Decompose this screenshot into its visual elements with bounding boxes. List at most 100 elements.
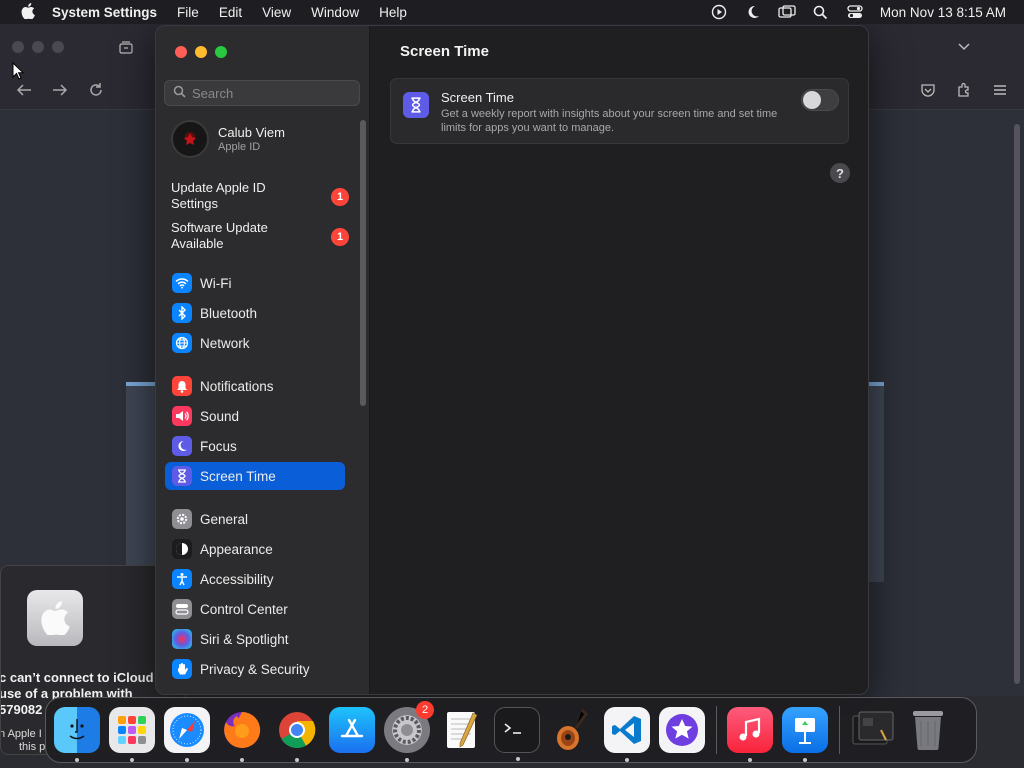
app-store-icon[interactable] bbox=[329, 707, 375, 753]
sidebar-item-focus[interactable]: Focus bbox=[165, 432, 345, 460]
menu-file[interactable]: File bbox=[167, 5, 209, 20]
apple-menu-icon[interactable] bbox=[10, 2, 46, 22]
spotlight-search-icon[interactable] bbox=[812, 4, 830, 20]
bluetooth-icon bbox=[172, 303, 192, 323]
pocket-icon[interactable] bbox=[918, 80, 938, 100]
running-indicator bbox=[75, 758, 79, 762]
browser-minimize-button[interactable] bbox=[32, 41, 44, 53]
sidebar-item-label: Control Center bbox=[200, 601, 288, 617]
running-indicator bbox=[748, 758, 752, 762]
control-center-icon[interactable] bbox=[846, 4, 864, 20]
wifi-icon bbox=[172, 273, 192, 293]
sidebar-item-sound[interactable]: Sound bbox=[165, 402, 345, 430]
page-title: Screen Time bbox=[400, 43, 489, 60]
trash-icon[interactable] bbox=[905, 707, 951, 753]
launchpad-icon[interactable] bbox=[109, 707, 155, 762]
extensions-icon[interactable] bbox=[954, 80, 974, 100]
settings-sidebar: Calub Viem Apple ID Update Apple ID Sett… bbox=[156, 26, 370, 694]
notification-badge: 2 bbox=[416, 701, 434, 719]
account-subtitle: Apple ID bbox=[218, 141, 261, 153]
music-icon[interactable] bbox=[727, 707, 773, 762]
sidebar-item-siri-spotlight[interactable]: Siri & Spotlight bbox=[165, 625, 345, 653]
search-input[interactable] bbox=[192, 85, 352, 101]
textedit-icon[interactable] bbox=[439, 707, 485, 753]
control-center-icon bbox=[172, 599, 192, 619]
imovie-icon[interactable] bbox=[659, 707, 705, 753]
screen-mirroring-icon[interactable] bbox=[778, 4, 796, 20]
sidebar-item-label: Network bbox=[200, 335, 250, 351]
moon-icon[interactable] bbox=[744, 4, 762, 20]
running-indicator bbox=[516, 757, 520, 761]
menu-app-name[interactable]: System Settings bbox=[46, 5, 167, 20]
downloads-stack-icon[interactable] bbox=[850, 707, 896, 753]
system-settings-icon[interactable]: 2 bbox=[384, 701, 434, 762]
browser-scrollbar[interactable] bbox=[1014, 124, 1020, 684]
safari-icon[interactable] bbox=[164, 707, 210, 762]
account-name: Calub Viem bbox=[218, 125, 285, 140]
sidebar-search-field[interactable] bbox=[164, 80, 360, 106]
menu-edit[interactable]: Edit bbox=[209, 5, 252, 20]
reload-icon[interactable] bbox=[86, 80, 106, 100]
terminal-icon[interactable] bbox=[494, 707, 540, 761]
screen-time-toggle[interactable] bbox=[801, 89, 839, 111]
menu-help[interactable]: Help bbox=[369, 5, 417, 20]
zoom-window-button[interactable] bbox=[215, 46, 227, 58]
sidebar-item-general[interactable]: General bbox=[165, 505, 345, 533]
sidebar-item-label: Siri & Spotlight bbox=[200, 631, 289, 647]
garageband-icon[interactable] bbox=[549, 707, 595, 753]
avatar bbox=[171, 120, 209, 158]
search-icon bbox=[173, 85, 186, 101]
hamburger-menu-icon[interactable] bbox=[990, 80, 1010, 100]
vscode-icon[interactable] bbox=[604, 707, 650, 762]
tab-overview-icon[interactable] bbox=[116, 37, 136, 57]
sidebar-item-label: Sound bbox=[200, 408, 240, 424]
help-button[interactable]: ? bbox=[830, 163, 850, 183]
minimize-window-button[interactable] bbox=[195, 46, 207, 58]
system-settings-window: Calub Viem Apple ID Update Apple ID Sett… bbox=[155, 25, 869, 695]
notification-badge: 1 bbox=[331, 188, 349, 206]
sidebar-item-notifications[interactable]: Notifications bbox=[165, 372, 345, 400]
bell-icon bbox=[172, 376, 192, 396]
running-indicator bbox=[295, 758, 299, 762]
globe-icon bbox=[172, 333, 192, 353]
mouse-cursor-icon bbox=[12, 61, 25, 83]
chrome-icon[interactable] bbox=[274, 707, 320, 762]
apple-id-account[interactable]: Calub Viem Apple ID bbox=[171, 120, 285, 158]
hand-icon bbox=[172, 659, 192, 679]
sidebar-scrollbar[interactable] bbox=[360, 120, 366, 406]
sidebar-item-bluetooth[interactable]: Bluetooth bbox=[165, 299, 345, 327]
dock-separator bbox=[839, 706, 840, 754]
firefox-icon[interactable] bbox=[219, 707, 265, 762]
software-update-notice[interactable]: Software Update Available 1 bbox=[171, 220, 351, 252]
sidebar-item-accessibility[interactable]: Accessibility bbox=[165, 565, 345, 593]
keynote-icon[interactable] bbox=[782, 707, 828, 762]
apple-logo-icon bbox=[27, 590, 83, 646]
browser-zoom-button[interactable] bbox=[52, 41, 64, 53]
finder-icon[interactable] bbox=[54, 707, 100, 762]
sidebar-item-appearance[interactable]: Appearance bbox=[165, 535, 345, 563]
browser-close-button[interactable] bbox=[12, 41, 24, 53]
sidebar-item-label: Privacy & Security bbox=[200, 661, 310, 677]
screen-time-heading: Screen Time bbox=[441, 90, 514, 105]
back-arrow-icon[interactable] bbox=[14, 80, 34, 100]
tab-list-chevron-icon[interactable] bbox=[954, 36, 974, 56]
menu-window[interactable]: Window bbox=[301, 5, 369, 20]
play-circle-icon[interactable] bbox=[710, 4, 728, 20]
menu-bar-clock[interactable]: Mon Nov 13 8:15 AM bbox=[880, 5, 1014, 20]
forward-arrow-icon[interactable] bbox=[50, 80, 70, 100]
running-indicator bbox=[185, 758, 189, 762]
sidebar-item-label: Bluetooth bbox=[200, 305, 258, 321]
sidebar-item-screen-time[interactable]: Screen Time bbox=[165, 462, 345, 490]
update-apple-id-notice[interactable]: Update Apple ID Settings 1 bbox=[171, 180, 351, 212]
sidebar-item-network[interactable]: Network bbox=[165, 329, 345, 357]
running-indicator bbox=[625, 758, 629, 762]
moon-icon bbox=[172, 436, 192, 456]
menu-view[interactable]: View bbox=[252, 5, 301, 20]
menu-bar: System Settings File Edit View Window He… bbox=[0, 0, 1024, 24]
running-indicator bbox=[240, 758, 244, 762]
sidebar-item-control-center[interactable]: Control Center bbox=[165, 595, 345, 623]
running-indicator bbox=[405, 758, 409, 762]
close-window-button[interactable] bbox=[175, 46, 187, 58]
sidebar-item-wifi[interactable]: Wi-Fi bbox=[165, 269, 345, 297]
sidebar-item-privacy-security[interactable]: Privacy & Security bbox=[165, 655, 345, 683]
